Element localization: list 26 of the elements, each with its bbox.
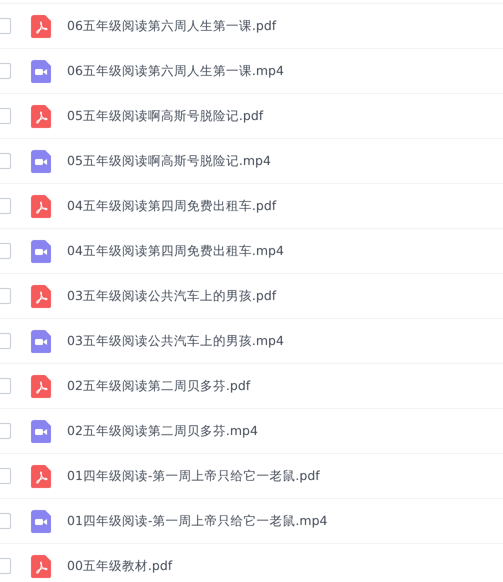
- pdf-file-icon: [31, 464, 51, 488]
- video-file-icon: [31, 330, 51, 352]
- video-file-icon: [31, 240, 51, 262]
- file-name[interactable]: 05五年级阅读啊高斯号脱险记.mp4: [67, 152, 271, 170]
- video-file-icon: [31, 150, 51, 172]
- file-name[interactable]: 02五年级阅读第二周贝多芬.pdf: [67, 378, 250, 394]
- file-name[interactable]: 06五年级阅读第六周人生第一课.pdf: [67, 18, 276, 34]
- file-name[interactable]: 05五年级阅读啊高斯号脱险记.pdf: [67, 108, 264, 124]
- file-name[interactable]: 06五年级阅读第六周人生第一课.mp4: [67, 62, 284, 80]
- pdf-file-icon: [31, 104, 51, 128]
- video-file-icon: [31, 510, 51, 532]
- pdf-file-icon: [31, 194, 51, 218]
- file-name[interactable]: 00五年级教材.pdf: [67, 558, 172, 574]
- file-name[interactable]: 04五年级阅读第四周免费出租车.mp4: [67, 242, 284, 260]
- file-name[interactable]: 04五年级阅读第四周免费出租车.pdf: [67, 198, 276, 214]
- file-name[interactable]: 01四年级阅读-第一周上帝只给它一老鼠.pdf: [67, 468, 320, 484]
- file-name[interactable]: 03五年级阅读公共汽车上的男孩.pdf: [67, 288, 276, 304]
- file-name[interactable]: 03五年级阅读公共汽车上的男孩.mp4: [67, 332, 284, 350]
- video-file-icon: [31, 420, 51, 442]
- pdf-file-icon: [31, 374, 51, 398]
- pdf-file-icon: [31, 284, 51, 308]
- video-file-icon: [31, 60, 51, 82]
- file-name[interactable]: 01四年级阅读-第一周上帝只给它一老鼠.mp4: [67, 512, 328, 530]
- pdf-file-icon: [31, 554, 51, 578]
- file-name[interactable]: 02五年级阅读第二周贝多芬.mp4: [67, 422, 258, 440]
- pdf-file-icon: [31, 14, 51, 38]
